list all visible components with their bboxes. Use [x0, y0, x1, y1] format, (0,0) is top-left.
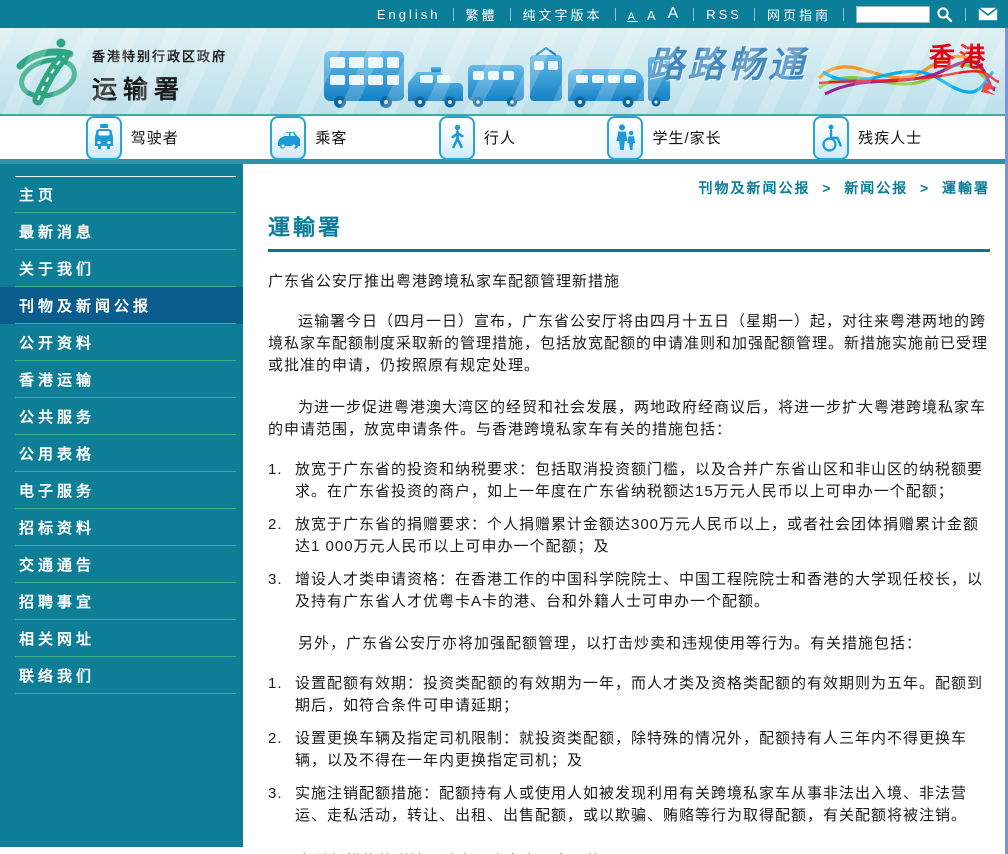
- sidebar-item-about-us[interactable]: 关于我们: [0, 250, 243, 287]
- list-item: 2. 设置更换车辆及指定司机限制：就投资类配额，除特殊的情况外，配额持有人三年内…: [268, 728, 990, 772]
- list-item: 3. 增设人才类申请资格：在香港工作的中国科学院院士、中国工程院院士和香港的大学…: [268, 569, 990, 613]
- search-icon[interactable]: [936, 6, 953, 23]
- list-text: 增设人才类申请资格：在香港工作的中国科学院院士、中国工程院院士和香港的大学现任校…: [295, 569, 990, 613]
- nav-label: 残疾人士: [858, 127, 922, 148]
- list-number: 2.: [268, 514, 295, 558]
- top-utility-bar: English 繁體 纯文字版本 A A A RSS 网页指南: [0, 0, 1008, 28]
- sidebar-item-hk-transport[interactable]: 香港运输: [0, 361, 243, 398]
- lang-traditional-link[interactable]: 繁體: [466, 5, 498, 24]
- banner-header: 香港特别行政区政府 运输署: [0, 28, 1008, 116]
- font-size-large-button[interactable]: A: [668, 5, 682, 23]
- divider: [843, 8, 844, 21]
- divider: [510, 8, 511, 21]
- nav-item-passengers[interactable]: 乘客: [270, 116, 347, 160]
- breadcrumb-press-releases[interactable]: 新闻公报: [811, 180, 909, 196]
- nav-label: 行人: [484, 127, 516, 148]
- list-number: 1.: [268, 673, 295, 717]
- article-paragraph: 为进一步促进粤港澳大湾区的经贸和社会发展，两地政府经商议后，将进一步扩大粤港跨境…: [268, 397, 990, 441]
- list-item: 2. 放宽于广东省的捐赠要求：个人捐赠累计金额达300万元人民币以上，或者社会团…: [268, 514, 990, 558]
- measures-list-1: 1. 放宽于广东省的投资和纳税要求：包括取消投资额门槛，以及合并广东省山区和非山…: [268, 459, 990, 613]
- list-number: 1.: [268, 459, 295, 503]
- sidebar-item-public-forms[interactable]: 公用表格: [0, 435, 243, 472]
- sitemap-link[interactable]: 网页指南: [767, 5, 831, 24]
- parent-child-icon: [607, 116, 643, 160]
- list-text: 放宽于广东省的投资和纳税要求：包括取消投资额门槛，以及合并广东省山区和非山区的纳…: [295, 459, 990, 503]
- list-text: 放宽于广东省的捐赠要求：个人捐赠累计金额达300万元人民币以上，或者社会团体捐赠…: [295, 514, 990, 558]
- breadcrumb: 刊物及新闻公报新闻公报運輸署: [268, 178, 990, 198]
- taxi-front-icon: [86, 116, 122, 160]
- breadcrumb-current: 運輸署: [908, 180, 990, 196]
- brand-hongkong-text: 香港: [929, 42, 989, 72]
- page: English 繁體 纯文字版本 A A A RSS 网页指南: [0, 0, 1008, 854]
- audience-navbar: 驾驶者 乘客: [0, 116, 1008, 164]
- list-number: 3.: [268, 569, 295, 613]
- measures-list-2: 1. 设置配额有效期：投资类配额的有效期为一年，而人才类及资格类配额的有效期则为…: [268, 673, 990, 827]
- mail-icon[interactable]: [978, 7, 998, 21]
- transport-department-logo[interactable]: [16, 36, 80, 106]
- nav-label: 驾驶者: [131, 127, 179, 148]
- car-side-icon: [270, 116, 306, 160]
- sidebar-item-whats-new[interactable]: 最新消息: [0, 213, 243, 250]
- list-text: 设置更换车辆及指定司机限制：就投资类配额，除特殊的情况外，配额持有人三年内不得更…: [295, 728, 990, 772]
- sidebar-item-tenders[interactable]: 招标资料: [0, 509, 243, 546]
- sidebar-item-related-links[interactable]: 相关网址: [0, 620, 243, 657]
- article-paragraph: 运输署今日（四月一日）宣布，广东省公安厅将由四月十五日（星期一）起，对往来粤港两…: [268, 311, 990, 377]
- list-item: 3. 实施注销配额措施：配额持有人或使用人如被发现利用有关跨境私家车从事非法出入…: [268, 783, 990, 827]
- list-item: 1. 设置配额有效期：投资类配额的有效期为一年，而人才类及资格类配额的有效期则为…: [268, 673, 990, 717]
- nav-label: 学生/家长: [652, 127, 721, 148]
- search-box: [856, 6, 953, 23]
- nav-item-students-parents[interactable]: 学生/家长: [607, 116, 721, 160]
- sidebar-item-home[interactable]: 主页: [0, 176, 243, 213]
- list-text: 设置配额有效期：投资类配额的有效期为一年，而人才类及资格类配额的有效期则为五年。…: [295, 673, 990, 717]
- slogan-text: 路路畅通: [648, 36, 808, 88]
- brand-hongkong-ribbon: 香港: [817, 38, 1002, 112]
- list-number: 3.: [268, 783, 295, 827]
- list-number: 2.: [268, 728, 295, 772]
- sidebar-item-e-services[interactable]: 电子服务: [0, 472, 243, 509]
- lang-english-link[interactable]: English: [377, 7, 441, 22]
- department-titles: 香港特别行政区政府 运输署: [92, 46, 227, 106]
- sidebar-item-traffic-notices[interactable]: 交通通告: [0, 546, 243, 583]
- divider: [965, 8, 966, 21]
- breadcrumb-publications[interactable]: 刊物及新闻公报: [699, 180, 811, 196]
- nav-item-pedestrians[interactable]: 行人: [439, 116, 516, 160]
- sidebar-item-public-info[interactable]: 公开资料: [0, 324, 243, 361]
- article-subtitle: 广东省公安厅推出粤港跨境私家车配额管理新措施: [268, 270, 990, 291]
- gov-title: 香港特别行政区政府: [92, 46, 227, 65]
- font-size-controls: A A A: [628, 5, 682, 23]
- content-area: 刊物及新闻公报新闻公报運輸署 運輸署 广东省公安厅推出粤港跨境私家车配额管理新措…: [243, 164, 1008, 847]
- divider: [754, 8, 755, 21]
- sidebar-item-contact-us[interactable]: 联络我们: [0, 657, 243, 694]
- font-size-small-button[interactable]: A: [628, 11, 638, 23]
- sidebar-item-public-services[interactable]: 公共服务: [0, 398, 243, 435]
- pedestrian-icon: [439, 116, 475, 160]
- vehicles-silhouette: [322, 47, 672, 114]
- search-input[interactable]: [856, 6, 930, 23]
- divider: [453, 8, 454, 21]
- page-title: 運輸署: [268, 210, 990, 252]
- divider: [693, 8, 694, 21]
- list-text: 实施注销配额措施：配额持有人或使用人如被发现利用有关跨境私家车从事非法出入境、非…: [295, 783, 990, 827]
- sidebar-item-publications-press[interactable]: 刊物及新闻公报: [0, 287, 243, 324]
- nav-label: 乘客: [315, 127, 347, 148]
- sidebar-item-recruitment[interactable]: 招聘事宜: [0, 583, 243, 620]
- sidebar: 主页 最新消息 关于我们 刊物及新闻公报 公开资料 香港运输 公共服务 公用表格…: [0, 164, 243, 847]
- nav-item-disabled[interactable]: 残疾人士: [813, 116, 922, 160]
- nav-item-drivers[interactable]: 驾驶者: [86, 116, 179, 160]
- font-size-medium-button[interactable]: A: [647, 8, 659, 23]
- list-item: 1. 放宽于广东省的投资和纳税要求：包括取消投资额门槛，以及合并广东省山区和非山…: [268, 459, 990, 503]
- text-only-link[interactable]: 纯文字版本: [523, 5, 603, 24]
- wheelchair-icon: [813, 116, 849, 160]
- article-paragraph: 另外，广东省公安厅亦将加强配额管理，以打击炒卖和违规使用等行为。有关措施包括：: [268, 633, 990, 655]
- divider: [615, 8, 616, 21]
- department-name: 运输署: [92, 70, 227, 106]
- main-area: 主页 最新消息 关于我们 刊物及新闻公报 公开资料 香港运输 公共服务 公用表格…: [0, 164, 1008, 847]
- rss-link[interactable]: RSS: [706, 7, 742, 22]
